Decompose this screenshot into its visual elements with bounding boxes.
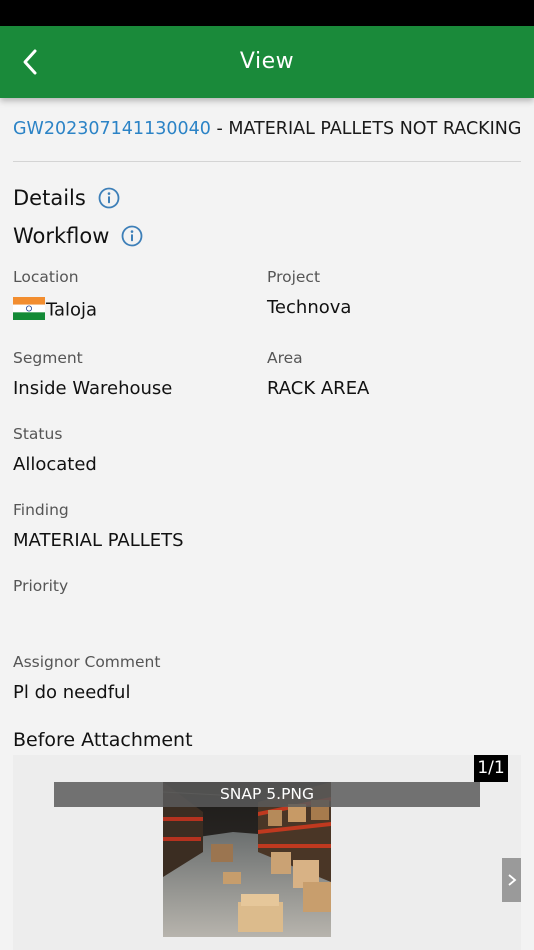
area-value: RACK AREA [267,378,370,399]
priority-label: Priority [13,577,69,595]
issue-title: MATERIAL PALLETS NOT RACKING [228,119,522,139]
info-icon[interactable] [98,187,120,209]
assignor-comment-label: Assignor Comment [13,653,161,671]
back-button[interactable] [10,40,50,84]
segment-value: Inside Warehouse [13,378,173,399]
project-label: Project [267,268,321,286]
attachment-counter: 1/1 [474,755,508,782]
status-value: Allocated [13,454,97,475]
workflow-section-header[interactable]: Workflow [13,224,143,248]
info-icon[interactable] [121,225,143,247]
assignor-comment-value: Pl do needful [13,682,131,703]
divider [13,161,521,162]
issue-separator: - [210,119,229,139]
details-title: Details [13,186,86,210]
chevron-right-icon [507,874,516,886]
location-text: Taloja [46,299,98,321]
finding-value: MATERIAL PALLETS [13,530,184,551]
finding-label: Finding [13,501,69,519]
app-bar: View [0,26,534,98]
chevron-left-icon [23,49,37,75]
location-label: Location [13,268,79,286]
before-attachment-title: Before Attachment [13,729,193,751]
status-label: Status [13,425,63,443]
status-bar [0,0,534,26]
workflow-title: Workflow [13,224,110,248]
india-flag-icon [13,297,45,320]
issue-code-link[interactable]: GW202307141130040 [13,119,211,139]
project-value: Technova [267,297,352,318]
details-section-header[interactable]: Details [13,186,120,210]
attachment-file-name: SNAP 5.PNG [219,785,315,803]
segment-label: Segment [13,349,83,367]
next-attachment-button[interactable] [502,858,521,902]
location-value: Taloja [13,297,98,322]
area-label: Area [267,349,303,367]
page-title: View [239,49,295,74]
issue-headline: GW202307141130040 - MATERIAL PALLETS NOT… [13,119,523,139]
